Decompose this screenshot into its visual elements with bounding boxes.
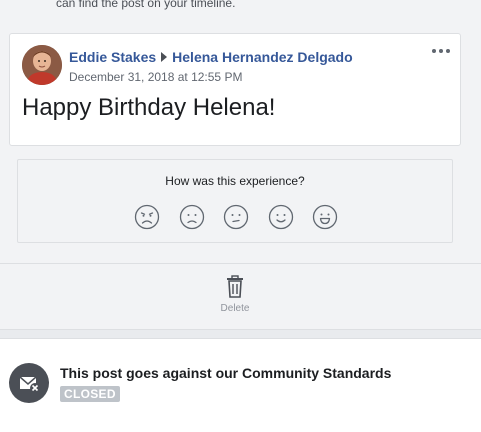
post-card: Eddie Stakes Helena Hernandez Delgado De…: [9, 33, 461, 146]
recipient-link[interactable]: Helena Hernandez Delgado: [172, 49, 353, 65]
status-badge: CLOSED: [60, 386, 120, 402]
delete-label: Delete: [220, 303, 250, 314]
arrow-right-icon: [161, 52, 168, 62]
header-description: can find the post on your timeline.: [56, 0, 236, 10]
rating-faces: [134, 204, 338, 230]
neutral-face-icon[interactable]: [223, 204, 249, 230]
author-link[interactable]: Eddie Stakes: [69, 49, 156, 65]
notice-title: This post goes against our Community Sta…: [60, 365, 392, 381]
experience-survey: How was this experience?: [17, 159, 453, 243]
very-satisfied-face-icon[interactable]: [312, 204, 338, 230]
section-separator: [0, 329, 481, 339]
trash-icon: [227, 275, 243, 298]
delete-button[interactable]: Delete: [205, 275, 265, 319]
very-dissatisfied-face-icon[interactable]: [134, 204, 160, 230]
more-options-icon[interactable]: [431, 45, 451, 57]
support-inbox-view: can find the post on your timeline. Eddi…: [0, 0, 481, 432]
section-divider: [0, 263, 481, 264]
dissatisfied-face-icon[interactable]: [179, 204, 205, 230]
post-author-line: Eddie Stakes Helena Hernandez Delgado: [69, 49, 353, 65]
survey-question: How was this experience?: [165, 174, 305, 188]
post-timestamp[interactable]: December 31, 2018 at 12:55 PM: [69, 70, 242, 84]
post-text: Happy Birthday Helena!: [22, 94, 276, 121]
satisfied-face-icon[interactable]: [268, 204, 294, 230]
flagged-envelope-icon: [9, 363, 49, 403]
avatar[interactable]: [22, 45, 62, 85]
community-standards-notice: This post goes against our Community Sta…: [0, 339, 481, 432]
